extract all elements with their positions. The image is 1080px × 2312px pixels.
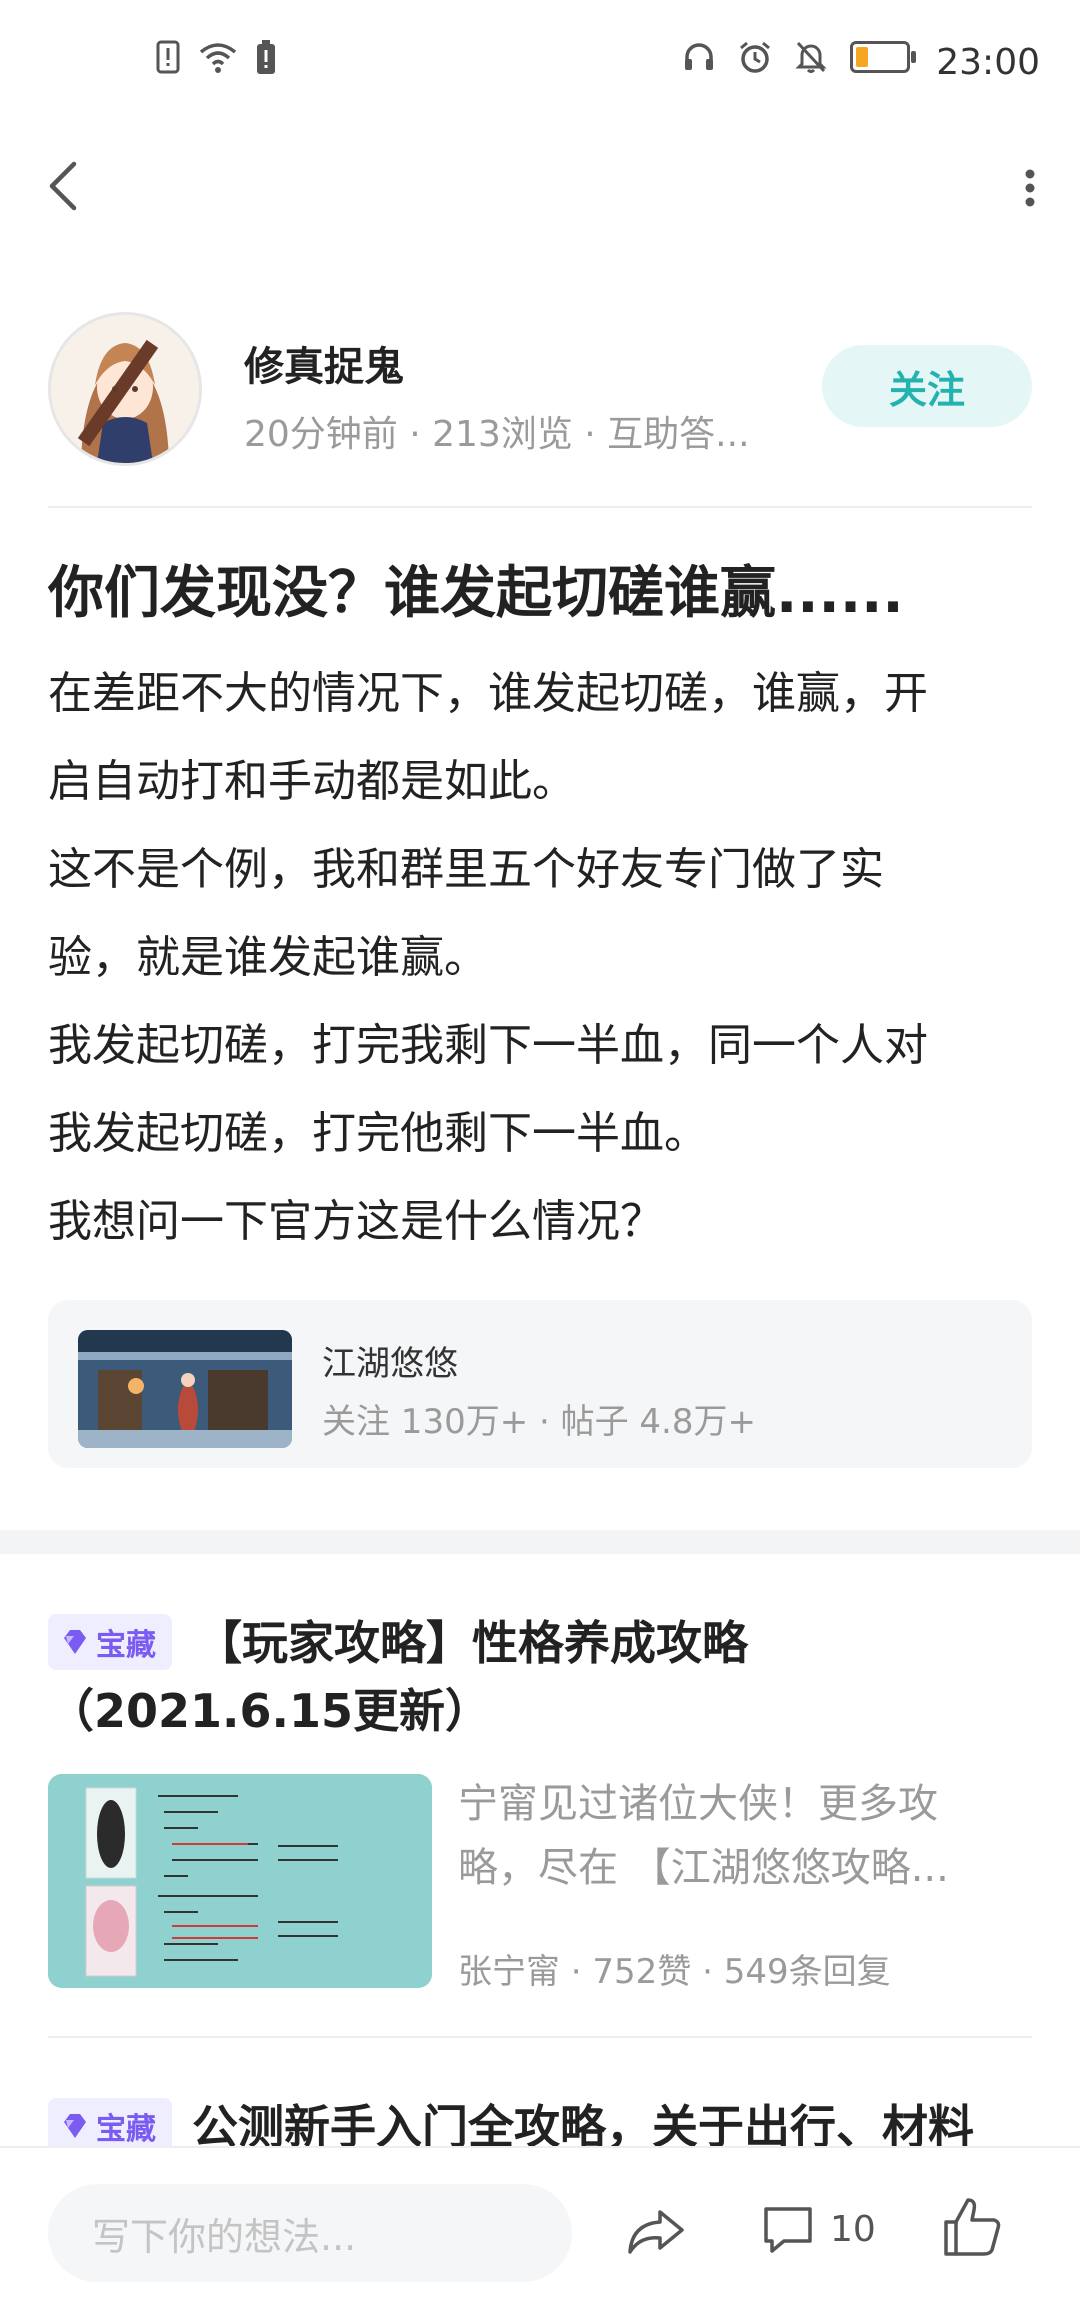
battery-icon [850,41,916,73]
recommendation-excerpt: 宁甯见过诸位大侠！更多攻 略，尽在 【江湖悠悠攻略... [458,1772,1038,1900]
badge-label: 宝藏 [96,2112,156,2147]
bottom-action-bar: 写下你的想法... 10 [0,2146,1080,2312]
post-title: 你们发现没？谁发起切磋谁赢...... [48,561,904,626]
excerpt-line: 宁甯见过诸位大侠！更多攻 [458,1781,938,1827]
more-vertical-icon [1025,169,1035,207]
post-line: 在差距不大的情况下，谁发起切磋，谁赢，开 [48,668,928,719]
avatar-image [51,315,199,463]
post-body: 在差距不大的情况下，谁发起切磋，谁赢，开 启自动打和手动都是如此。 这不是个例，… [48,650,1038,1266]
comment-input[interactable]: 写下你的想法... [48,2184,572,2282]
treasure-badge: 宝藏 [48,1614,172,1670]
author-meta: 20分钟前 · 213浏览 · 互助答... [244,414,750,455]
author-name[interactable]: 修真捉鬼 [244,334,404,392]
status-right-icons [682,40,916,74]
post-line: 验，就是谁发起谁赢。 [48,932,488,983]
headset-icon [685,43,713,70]
section-divider [0,1530,1080,1554]
post-line: 我发起切磋，打完我剩下一半血，同一个人对 [48,1020,928,1071]
back-button[interactable] [40,150,90,220]
battery-small-icon [257,40,275,74]
alert-icon [156,40,180,74]
mute-icon [795,41,827,73]
post-line: 我想问一下官方这是什么情况？ [48,1196,664,1247]
comment-button[interactable]: 10 [760,2194,876,2264]
avatar[interactable] [48,312,202,466]
status-left-icons [156,40,276,74]
share-icon [628,2210,684,2254]
divider [48,506,1032,508]
excerpt-line: 略，尽在 【江湖悠悠攻略... [458,1845,949,1891]
like-button[interactable] [940,2192,1004,2262]
forum-card[interactable]: 江湖悠悠 关注 130万+ · 帖子 4.8万+ [48,1300,1032,1468]
recommendation-thumbnail[interactable] [48,1774,432,1988]
post-line: 这不是个例，我和群里五个好友专门做了实 [48,844,884,895]
diamond-icon [64,1630,86,1654]
recommendation-title-line2[interactable]: （2021.6.15更新） [48,1678,491,1744]
more-button[interactable] [1010,160,1050,220]
comment-count: 10 [830,2208,876,2250]
share-button[interactable] [624,2198,688,2262]
forum-stats: 关注 130万+ · 帖子 4.8万+ [322,1402,756,1442]
alarm-icon [740,41,770,73]
divider [48,2036,1032,2038]
recommendation-title[interactable]: 【玩家攻略】性格养成攻略 [196,1610,748,1676]
follow-button[interactable]: 关注 [822,345,1032,427]
badge-label: 宝藏 [96,1628,156,1663]
forum-name: 江湖悠悠 [322,1344,458,1384]
chevron-left-icon [49,161,77,211]
thumbs-up-icon [944,2198,1001,2256]
recommendation-meta: 张宁甯 · 752赞 · 549条回复 [458,1952,891,1992]
status-bar: 23:00 [0,0,1080,120]
post-line: 我发起切磋，打完他剩下一半血。 [48,1108,708,1159]
wifi-icon [199,43,237,73]
status-time: 23:00 [936,42,1040,83]
comment-icon [764,2207,812,2253]
diamond-icon [64,2114,86,2138]
post-line: 启自动打和手动都是如此。 [48,756,576,807]
forum-thumbnail [78,1330,292,1448]
